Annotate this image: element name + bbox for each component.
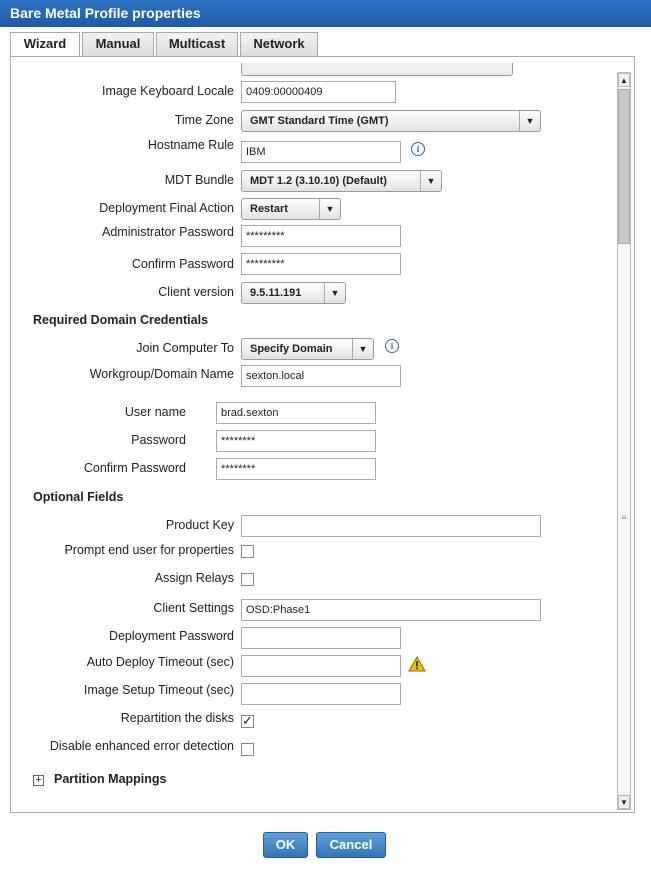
row-partition-mappings: + Partition Mappings bbox=[11, 771, 626, 795]
client-version-value: 9.5.11.191 bbox=[250, 287, 302, 299]
final-action-value: Restart bbox=[250, 203, 288, 215]
time-zone-label: Time Zone bbox=[174, 113, 234, 127]
row-deployment-password: Deployment Password bbox=[11, 627, 626, 651]
deployment-password-label: Deployment Password bbox=[108, 629, 234, 643]
row-client-version: Client version 9.5.11.191 ▼ bbox=[11, 282, 626, 306]
product-key-label: Product Key bbox=[165, 518, 234, 532]
client-settings-input[interactable]: OSD:Phase1 bbox=[241, 599, 541, 621]
vertical-scrollbar[interactable]: ▲ ≡ ▼ bbox=[617, 72, 631, 810]
chevron-down-icon: ▼ bbox=[420, 171, 441, 191]
assign-relays-checkbox[interactable] bbox=[241, 573, 254, 586]
row-domain-confirm: Confirm Password ******** bbox=[11, 458, 626, 482]
row-confirm-password: Confirm Password ********* bbox=[11, 253, 626, 277]
final-action-select[interactable]: Restart ▼ bbox=[241, 198, 341, 220]
prompt-user-label: Prompt end user for properties bbox=[64, 543, 234, 557]
chevron-down-icon: ▼ bbox=[352, 339, 373, 359]
chevron-down-icon: ▼ bbox=[519, 111, 540, 131]
row-workgroup: Workgroup/Domain Name sexton.local bbox=[11, 365, 626, 389]
domain-password-input[interactable]: ******** bbox=[216, 430, 376, 452]
disable-error-detection-checkbox[interactable] bbox=[241, 743, 254, 756]
row-disable-error-detection: Disable enhanced error detection bbox=[11, 739, 626, 763]
optional-section-title: Optional Fields bbox=[33, 490, 124, 504]
image-setup-timeout-label: Image Setup Timeout (sec) bbox=[83, 683, 234, 697]
domain-password-label: Password bbox=[131, 433, 186, 447]
row-admin-password: Administrator Password ********* bbox=[11, 225, 626, 249]
join-computer-value: Specify Domain bbox=[250, 343, 333, 355]
checkmark-icon: ✓ bbox=[242, 713, 253, 728]
repartition-checkbox[interactable]: ✓ bbox=[241, 713, 254, 728]
chevron-down-icon: ▼ bbox=[319, 199, 340, 219]
image-setup-timeout-input[interactable] bbox=[241, 683, 401, 705]
tab-multicast[interactable]: Multicast bbox=[156, 32, 238, 56]
row-client-settings: Client Settings OSD:Phase1 bbox=[11, 599, 626, 623]
ok-button[interactable]: OK bbox=[263, 832, 308, 858]
warning-icon bbox=[408, 656, 426, 672]
wizard-panel: Image Keyboard Locale 0409:00000409 Time… bbox=[10, 56, 635, 813]
confirm-password-input[interactable]: ********* bbox=[241, 253, 401, 275]
time-zone-value: GMT Standard Time (GMT) bbox=[250, 115, 389, 127]
tab-manual[interactable]: Manual bbox=[82, 32, 154, 56]
time-zone-select[interactable]: GMT Standard Time (GMT) ▼ bbox=[241, 110, 541, 132]
keyboard-locale-label: Image Keyboard Locale bbox=[101, 84, 234, 98]
final-action-label: Deployment Final Action bbox=[99, 201, 234, 215]
repartition-label: Repartition the disks bbox=[120, 711, 234, 725]
expand-icon[interactable]: + bbox=[33, 775, 44, 786]
row-keyboard-locale: Image Keyboard Locale 0409:00000409 bbox=[11, 81, 626, 105]
info-icon[interactable]: i bbox=[385, 339, 399, 353]
row-hostname-rule: Hostname Rule IBM i bbox=[11, 138, 626, 165]
domain-section-title: Required Domain Credentials bbox=[33, 313, 209, 327]
assign-relays-label: Assign Relays bbox=[154, 571, 234, 585]
hostname-rule-label: Hostname Rule bbox=[147, 138, 234, 152]
hostname-rule-input[interactable]: IBM bbox=[241, 141, 401, 163]
prompt-user-checkbox[interactable] bbox=[241, 545, 254, 558]
row-product-key: Product Key bbox=[11, 515, 626, 539]
deployment-password-input[interactable] bbox=[241, 627, 401, 649]
partial-dropdown bbox=[241, 63, 513, 76]
admin-password-input[interactable]: ********* bbox=[241, 225, 401, 247]
client-version-select[interactable]: 9.5.11.191 ▼ bbox=[241, 282, 346, 304]
mdt-bundle-select[interactable]: MDT 1.2 (3.10.10) (Default) ▼ bbox=[241, 170, 442, 192]
row-image-setup-timeout: Image Setup Timeout (sec) bbox=[11, 683, 626, 707]
username-label: User name bbox=[124, 405, 186, 419]
scrollbar-grip-icon: ≡ bbox=[621, 513, 627, 522]
info-icon[interactable]: i bbox=[411, 142, 425, 156]
disable-error-detection-label: Disable enhanced error detection bbox=[49, 739, 234, 753]
client-settings-label: Client Settings bbox=[153, 601, 234, 615]
row-prompt-user: Prompt end user for properties bbox=[11, 541, 626, 565]
row-domain-password: Password ******** bbox=[11, 430, 626, 454]
join-computer-label: Join Computer To bbox=[136, 341, 234, 355]
product-key-input[interactable] bbox=[241, 515, 541, 537]
row-final-action: Deployment Final Action Restart ▼ bbox=[11, 198, 626, 222]
join-computer-select[interactable]: Specify Domain ▼ bbox=[241, 338, 374, 360]
row-repartition: Repartition the disks ✓ bbox=[11, 711, 626, 735]
scroll-down-icon[interactable]: ▼ bbox=[618, 795, 630, 809]
chevron-down-icon: ▼ bbox=[324, 283, 345, 303]
workgroup-label: Workgroup/Domain Name bbox=[89, 367, 234, 381]
client-version-label: Client version bbox=[158, 285, 234, 299]
tab-network[interactable]: Network bbox=[240, 32, 318, 56]
cancel-button[interactable]: Cancel bbox=[316, 832, 386, 858]
scroll-up-icon[interactable]: ▲ bbox=[618, 73, 630, 87]
row-auto-deploy-timeout: Auto Deploy Timeout (sec) bbox=[11, 655, 626, 679]
username-input[interactable]: brad.sexton bbox=[216, 402, 376, 424]
row-time-zone: Time Zone GMT Standard Time (GMT) ▼ bbox=[11, 110, 626, 134]
scrollbar-thumb[interactable] bbox=[618, 89, 630, 244]
tab-wizard[interactable]: Wizard bbox=[10, 32, 80, 58]
domain-confirm-input[interactable]: ******** bbox=[216, 458, 376, 480]
row-assign-relays: Assign Relays bbox=[11, 569, 626, 593]
mdt-bundle-label: MDT Bundle bbox=[164, 173, 234, 187]
admin-password-label: Administrator Password bbox=[102, 225, 234, 239]
window-title: Bare Metal Profile properties bbox=[0, 0, 651, 27]
workgroup-input[interactable]: sexton.local bbox=[241, 365, 401, 387]
mdt-bundle-value: MDT 1.2 (3.10.10) (Default) bbox=[250, 175, 387, 187]
keyboard-locale-input[interactable]: 0409:00000409 bbox=[241, 81, 396, 103]
domain-confirm-label: Confirm Password bbox=[83, 461, 186, 475]
row-join-computer: Join Computer To Specify Domain ▼ i bbox=[11, 338, 626, 362]
row-mdt-bundle: MDT Bundle MDT 1.2 (3.10.10) (Default) ▼ bbox=[11, 170, 626, 194]
confirm-password-label: Confirm Password bbox=[131, 257, 234, 271]
row-username: User name brad.sexton bbox=[11, 402, 626, 426]
auto-deploy-timeout-input[interactable] bbox=[241, 655, 401, 677]
auto-deploy-timeout-label: Auto Deploy Timeout (sec) bbox=[86, 655, 234, 669]
partition-mappings-label[interactable]: Partition Mappings bbox=[54, 772, 167, 786]
